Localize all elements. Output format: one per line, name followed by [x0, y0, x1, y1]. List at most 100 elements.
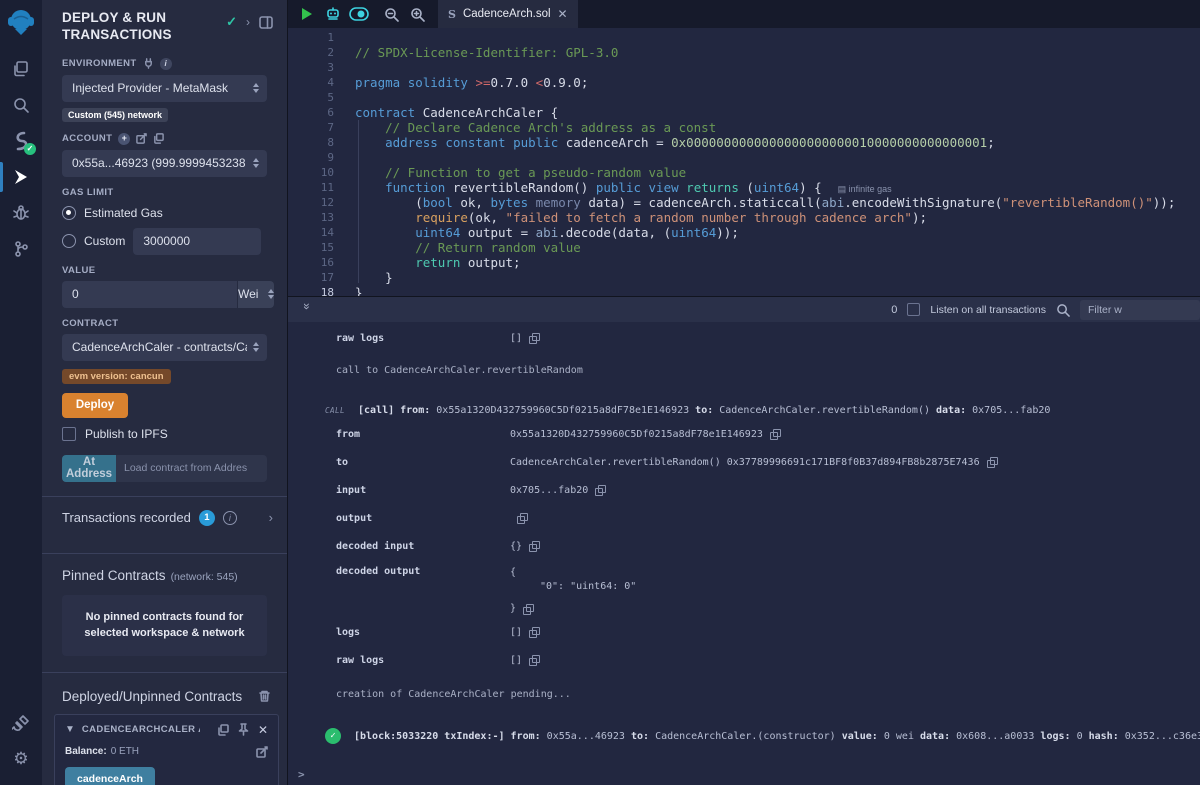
- at-address-button[interactable]: At Address: [62, 455, 116, 482]
- value-input[interactable]: [62, 281, 237, 308]
- toggle-switch-icon[interactable]: [346, 3, 372, 25]
- publish-ipfs-checkbox[interactable]: [62, 427, 76, 441]
- estimated-gas-option[interactable]: Estimated Gas: [62, 206, 267, 220]
- copy-icon[interactable]: [529, 333, 540, 344]
- listen-all-checkbox[interactable]: [907, 303, 920, 316]
- code-line-12[interactable]: 12 (bool ok, bytes memory data) = cadenc…: [288, 195, 1200, 210]
- code-line-15[interactable]: 15 // Return random value: [288, 240, 1200, 255]
- terminal-row-decoded-output: decoded output { "0": "uint64: 0" }: [288, 566, 1200, 616]
- terminal-collapse-icon[interactable]: »: [300, 303, 314, 317]
- at-address-input[interactable]: [116, 455, 267, 482]
- estimated-gas-radio[interactable]: [62, 206, 76, 220]
- zoom-out-icon[interactable]: [378, 3, 404, 25]
- plugin-manager-icon[interactable]: [0, 705, 42, 741]
- panel-title: DEPLOY & RUN TRANSACTIONS: [62, 10, 226, 44]
- ai-assistant-robot-icon[interactable]: [320, 3, 346, 25]
- clear-contracts-trash-icon[interactable]: [258, 689, 271, 703]
- call-badge: CALL: [325, 406, 358, 415]
- deploy-run-icon[interactable]: [0, 159, 42, 195]
- code-line-7[interactable]: 7 // Declare Cadence Arch's address as a…: [288, 120, 1200, 135]
- code-line-1[interactable]: 1: [288, 30, 1200, 45]
- cadencearch-function-button[interactable]: cadenceArch: [65, 767, 155, 785]
- panel-forward-icon[interactable]: ›: [246, 15, 250, 29]
- close-tab-icon[interactable]: ✕: [558, 7, 568, 21]
- code-line-3[interactable]: 3: [288, 60, 1200, 75]
- publish-ipfs-option[interactable]: Publish to IPFS: [62, 427, 267, 441]
- file-explorer-icon[interactable]: [0, 51, 42, 87]
- terminal-success-tx[interactable]: ✓ [block:5033220 txIndex:-] from: 0x55a.…: [288, 728, 1200, 744]
- terminal-filter-input[interactable]: [1080, 300, 1200, 320]
- deploy-button[interactable]: Deploy: [62, 393, 128, 418]
- code-line-8[interactable]: 8 address constant public cadenceArch = …: [288, 135, 1200, 150]
- copy-icon[interactable]: [529, 655, 540, 666]
- pin-contract-icon[interactable]: [238, 723, 249, 736]
- code-line-14[interactable]: 14 uint64 output = abi.decode(data, (uin…: [288, 225, 1200, 240]
- code-line-17[interactable]: 17 }: [288, 270, 1200, 285]
- copy-icon[interactable]: [529, 627, 540, 638]
- contract-label: CONTRACT: [62, 318, 119, 329]
- environment-select[interactable]: Injected Provider - MetaMask: [62, 75, 267, 102]
- copy-icon[interactable]: [529, 541, 540, 552]
- solidity-compiler-icon[interactable]: ✓: [0, 123, 42, 159]
- edit-account-icon[interactable]: [136, 133, 147, 144]
- environment-info-icon[interactable]: i: [160, 58, 172, 70]
- code-line-18[interactable]: 18}: [288, 285, 1200, 296]
- code-line-5[interactable]: 5: [288, 90, 1200, 105]
- pinned-contracts-title: Pinned Contracts: [62, 568, 166, 583]
- code-line-2[interactable]: 2// SPDX-License-Identifier: GPL-3.0: [288, 45, 1200, 60]
- code-text: }: [334, 270, 393, 285]
- remove-contract-icon[interactable]: ✕: [258, 723, 268, 737]
- line-number: 8: [288, 135, 334, 150]
- pin-panel-icon[interactable]: [259, 16, 273, 29]
- copy-address-icon[interactable]: [217, 724, 229, 736]
- contract-card-title: CADENCEARCHCALER AT 0X...: [82, 724, 200, 735]
- run-script-play-icon[interactable]: [294, 3, 320, 25]
- account-select[interactable]: 0x55a...46923 (999.9999453238: [62, 150, 267, 177]
- code-editor[interactable]: 12// SPDX-License-Identifier: GPL-3.034p…: [288, 28, 1200, 296]
- settings-gear-icon[interactable]: ⚙: [0, 741, 42, 777]
- add-account-icon[interactable]: +: [118, 133, 130, 145]
- copy-icon[interactable]: [523, 604, 534, 615]
- line-number: 15: [288, 240, 334, 255]
- account-label: ACCOUNT: [62, 133, 112, 144]
- remix-logo[interactable]: [6, 7, 36, 37]
- code-line-4[interactable]: 4pragma solidity >=0.7.0 <0.9.0;: [288, 75, 1200, 90]
- debugger-icon[interactable]: [0, 195, 42, 231]
- copy-icon[interactable]: [595, 485, 606, 496]
- transactions-expand-icon[interactable]: ›: [269, 510, 273, 525]
- stepper-icon: [253, 83, 259, 93]
- code-line-10[interactable]: 10 // Function to get a pseudo-random va…: [288, 165, 1200, 180]
- terminal-call-summary[interactable]: CALL [call] from: 0x55a1320D432759960C5D…: [288, 400, 1200, 420]
- environment-label: ENVIRONMENT: [62, 58, 137, 69]
- git-icon[interactable]: [0, 231, 42, 267]
- code-line-9[interactable]: 9: [288, 150, 1200, 165]
- custom-gas-input[interactable]: [133, 228, 261, 255]
- custom-gas-radio[interactable]: [62, 234, 76, 248]
- contract-select[interactable]: CadenceArchCaler - contracts/Cac: [62, 334, 267, 361]
- main-area: S CadenceArch.sol ✕ 12// SPDX-License-Id…: [288, 0, 1200, 785]
- transactions-info-icon[interactable]: i: [223, 511, 237, 525]
- collapse-contract-icon[interactable]: ▼: [65, 724, 75, 735]
- code-text: pragma solidity >=0.7.0 <0.9.0;: [334, 75, 588, 90]
- line-number: 12: [288, 195, 334, 210]
- line-number: 7: [288, 120, 334, 135]
- code-line-16[interactable]: 16 return output;: [288, 255, 1200, 270]
- line-number: 16: [288, 255, 334, 270]
- zoom-in-icon[interactable]: [404, 3, 430, 25]
- code-line-13[interactable]: 13 require(ok, "failed to fetch a random…: [288, 210, 1200, 225]
- terminal-search-icon[interactable]: [1056, 303, 1070, 317]
- tab-cadencearch-sol[interactable]: S CadenceArch.sol ✕: [438, 0, 578, 28]
- copy-icon[interactable]: [770, 429, 781, 440]
- copy-account-icon[interactable]: [153, 133, 164, 144]
- edit-balance-icon[interactable]: [256, 746, 268, 758]
- value-unit-select[interactable]: Wei: [238, 281, 274, 308]
- custom-gas-option[interactable]: Custom: [62, 228, 267, 255]
- copy-icon[interactable]: [987, 457, 998, 468]
- copy-icon[interactable]: [517, 513, 528, 524]
- terminal-row-logs: logs []: [288, 618, 1200, 646]
- stepper-icon: [253, 342, 259, 352]
- terminal-prompt[interactable]: >: [288, 768, 1200, 781]
- code-line-11[interactable]: 11 function revertibleRandom() public vi…: [288, 180, 1200, 195]
- search-icon[interactable]: [0, 87, 42, 123]
- code-line-6[interactable]: 6contract CadenceArchCaler {: [288, 105, 1200, 120]
